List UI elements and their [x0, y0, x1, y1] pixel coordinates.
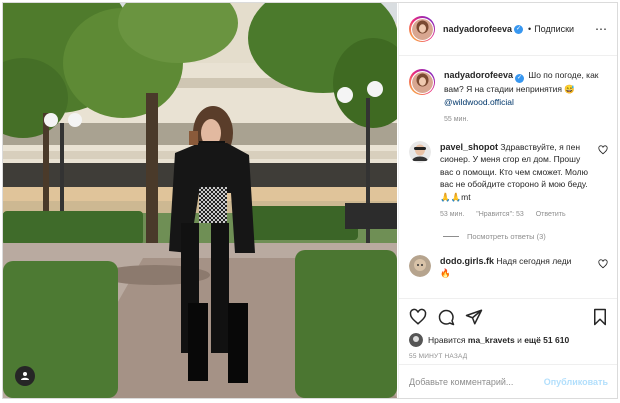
likes-summary: Нравится ma_kravets и ещё 51 610	[409, 333, 608, 347]
post-sidebar: nadyadorofeeva ✓ • Подписки ⋯ nadyadorof…	[398, 3, 617, 398]
caption-emoji: 😅	[564, 84, 575, 94]
comment-likes[interactable]: "Нравится": 53	[476, 211, 524, 218]
view-replies-label: Посмотреть ответы (3)	[467, 231, 546, 241]
action-icons	[409, 305, 608, 329]
view-replies-button[interactable]: Посмотреть ответы (3)	[443, 232, 608, 241]
post-header: nadyadorofeeva ✓ • Подписки ⋯	[399, 3, 617, 56]
comment-icon[interactable]	[437, 308, 455, 326]
post-dialog: nadyadorofeeva ✓ • Подписки ⋯ nadyadorof…	[2, 2, 618, 399]
likes-count[interactable]: ещё 51 610	[524, 335, 569, 345]
street-photo	[3, 3, 397, 398]
caption-avatar[interactable]	[409, 69, 435, 95]
author-avatar[interactable]	[409, 16, 435, 42]
post-photo[interactable]	[3, 3, 397, 398]
comment-meta: 53 мин. "Нравится": 53 Ответить	[440, 209, 594, 222]
commenter-avatar[interactable]	[409, 140, 431, 163]
avatar-image	[411, 18, 433, 40]
comment-body: pavel_shopot Здравствуйте, я пен сионер.…	[440, 141, 594, 222]
add-comment-bar: Добавьте комментарий... Опубликовать	[399, 364, 617, 398]
reply-button[interactable]: Ответить	[536, 211, 566, 218]
comments-list: nadyadorofeeva ✓ Шо по погоде, как вам? Я…	[399, 57, 617, 298]
post-time[interactable]: 55 МИНУТ НАЗАД	[409, 353, 608, 360]
comment-username[interactable]: dodo.girls.fk	[440, 256, 494, 266]
commenter-avatar[interactable]	[409, 254, 431, 277]
comment-username[interactable]: pavel_shopot	[440, 142, 498, 152]
comment-time[interactable]: 53 мин.	[440, 211, 464, 218]
caption: nadyadorofeeva ✓ Шо по погоде, как вам? Я…	[409, 69, 608, 127]
bookmark-icon[interactable]	[592, 308, 608, 326]
author-username[interactable]: nadyadorofeeva	[443, 24, 512, 34]
comment-item: dodo.girls.fk Надя сегодня леди 🔥	[409, 254, 608, 280]
publish-button[interactable]: Опубликовать	[544, 377, 608, 387]
comment-body: dodo.girls.fk Надя сегодня леди 🔥	[440, 255, 594, 280]
verified-icon: ✓	[515, 74, 525, 83]
separator-dot: •	[528, 24, 532, 34]
liker-avatar[interactable]	[409, 333, 423, 347]
comment-like-icon[interactable]	[598, 258, 608, 269]
verified-icon: ✓	[514, 24, 524, 34]
comment-input[interactable]: Добавьте комментарий...	[409, 377, 544, 387]
liker-username[interactable]: ma_kravets	[468, 335, 515, 345]
caption-meta: 55 мин.	[444, 114, 608, 127]
likes-middle: и	[517, 335, 522, 345]
caption-username[interactable]: nadyadorofeeva	[444, 70, 513, 80]
following-button[interactable]: Подписки	[534, 24, 574, 34]
likes-prefix: Нравится	[428, 335, 466, 345]
comment-like-icon[interactable]	[598, 144, 608, 155]
caption-time[interactable]: 55 мин.	[444, 116, 468, 123]
avatar-image	[411, 71, 433, 93]
replies-line	[443, 235, 459, 237]
more-options-icon[interactable]: ⋯	[595, 22, 608, 36]
caption-mention[interactable]: @wildwood.official	[444, 97, 514, 107]
comment-text: Надя сегодня леди	[496, 255, 572, 266]
share-icon[interactable]	[465, 308, 483, 326]
comment-item: pavel_shopot Здравствуйте, я пен сионер.…	[409, 140, 608, 222]
post-actions: Нравится ma_kravets и ещё 51 610 55 МИНУ…	[399, 298, 617, 360]
tag-icon[interactable]	[15, 366, 35, 386]
comment-emoji: 🔥	[440, 268, 451, 278]
caption-body: nadyadorofeeva ✓ Шо по погоде, как вам? Я…	[444, 69, 608, 127]
heart-icon[interactable]	[409, 308, 427, 326]
